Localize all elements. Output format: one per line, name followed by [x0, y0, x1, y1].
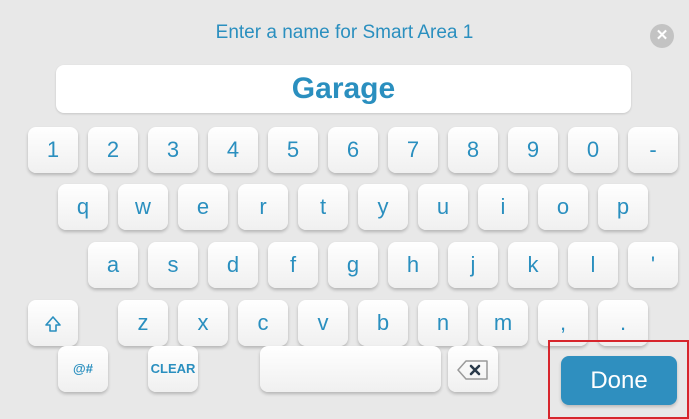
key-9[interactable]: 9: [508, 127, 558, 173]
key-u[interactable]: u: [418, 184, 468, 230]
backspace-key[interactable]: [448, 346, 498, 392]
key-k[interactable]: k: [508, 242, 558, 288]
key-h[interactable]: h: [388, 242, 438, 288]
key-f[interactable]: f: [268, 242, 318, 288]
key-c[interactable]: c: [238, 300, 288, 346]
key-minus[interactable]: -: [628, 127, 678, 173]
symbols-key[interactable]: @#: [58, 346, 108, 392]
key-5[interactable]: 5: [268, 127, 318, 173]
key-apostrophe[interactable]: ': [628, 242, 678, 288]
key-a[interactable]: a: [88, 242, 138, 288]
clear-key[interactable]: CLEAR: [148, 346, 198, 392]
key-7[interactable]: 7: [388, 127, 438, 173]
key-6[interactable]: 6: [328, 127, 378, 173]
key-d[interactable]: d: [208, 242, 258, 288]
key-4[interactable]: 4: [208, 127, 258, 173]
key-3[interactable]: 3: [148, 127, 198, 173]
key-0[interactable]: 0: [568, 127, 618, 173]
key-v[interactable]: v: [298, 300, 348, 346]
key-r[interactable]: r: [238, 184, 288, 230]
key-m[interactable]: m: [478, 300, 528, 346]
name-input[interactable]: Garage: [56, 65, 631, 113]
key-b[interactable]: b: [358, 300, 408, 346]
key-z[interactable]: z: [118, 300, 168, 346]
key-w[interactable]: w: [118, 184, 168, 230]
key-g[interactable]: g: [328, 242, 378, 288]
shift-key[interactable]: [28, 300, 78, 346]
key-1[interactable]: 1: [28, 127, 78, 173]
key-y[interactable]: y: [358, 184, 408, 230]
key-e[interactable]: e: [178, 184, 228, 230]
key-2[interactable]: 2: [88, 127, 138, 173]
key-t[interactable]: t: [298, 184, 348, 230]
backspace-icon: [457, 360, 488, 380]
key-n[interactable]: n: [418, 300, 468, 346]
key-o[interactable]: o: [538, 184, 588, 230]
close-icon: ✕: [655, 27, 669, 44]
key-i[interactable]: i: [478, 184, 528, 230]
key-p[interactable]: p: [598, 184, 648, 230]
key-l[interactable]: l: [568, 242, 618, 288]
shift-icon: [45, 316, 61, 332]
key-x[interactable]: x: [178, 300, 228, 346]
key-8[interactable]: 8: [448, 127, 498, 173]
done-button[interactable]: Done: [561, 356, 677, 405]
key-j[interactable]: j: [448, 242, 498, 288]
space-key[interactable]: [260, 346, 441, 392]
close-button[interactable]: ✕: [650, 24, 674, 48]
key-s[interactable]: s: [148, 242, 198, 288]
dialog-title: Enter a name for Smart Area 1: [215, 22, 474, 43]
key-q[interactable]: q: [58, 184, 108, 230]
